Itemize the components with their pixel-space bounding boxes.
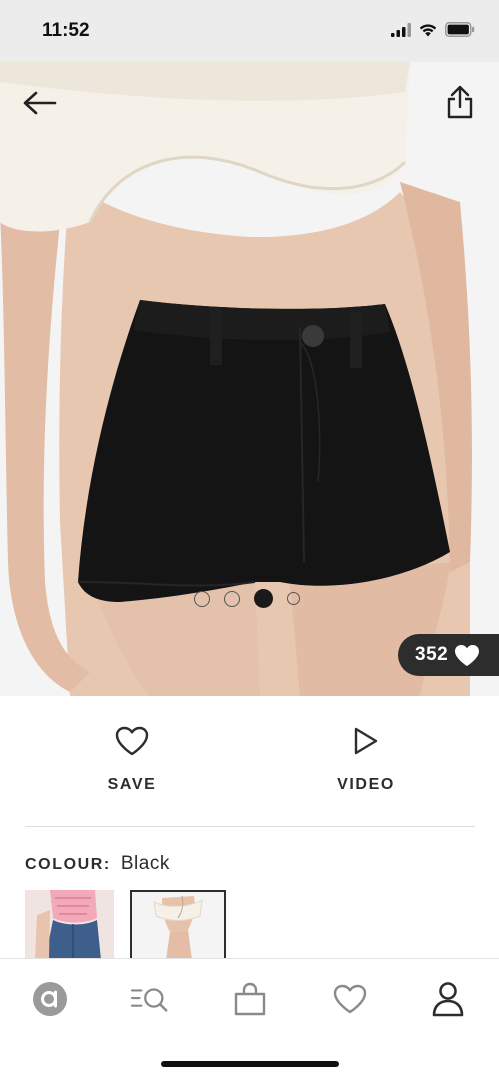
- carousel-dot[interactable]: [224, 590, 240, 607]
- carousel-dot-active[interactable]: [254, 589, 273, 608]
- nav-home[interactable]: [30, 979, 70, 1019]
- nav-bag[interactable]: [230, 979, 270, 1019]
- divider: [25, 826, 475, 827]
- nav-saved[interactable]: [330, 979, 370, 1019]
- heart-filled-icon: [455, 644, 480, 666]
- colour-label: COLOUR:: [25, 856, 111, 873]
- heart-outline-icon: [115, 726, 149, 756]
- battery-icon: [445, 22, 475, 37]
- carousel-dot[interactable]: [194, 590, 210, 607]
- product-actions: SAVE VIDEO: [0, 696, 499, 826]
- status-bar: 11:52: [0, 0, 499, 62]
- home-indicator: [161, 1061, 339, 1067]
- colour-selector: COLOUR: Black: [25, 853, 170, 875]
- status-icons: [391, 22, 475, 37]
- swatch-image: [132, 892, 224, 960]
- colour-value: Black: [120, 853, 170, 874]
- back-button[interactable]: [20, 86, 60, 120]
- video-button[interactable]: VIDEO: [296, 726, 436, 794]
- bag-icon: [234, 982, 266, 1016]
- nav-search[interactable]: [130, 979, 170, 1019]
- wifi-icon: [419, 23, 437, 36]
- arrow-left-icon: [23, 91, 57, 115]
- product-image-carousel[interactable]: 352: [0, 62, 499, 696]
- likes-count: 352: [415, 644, 449, 665]
- swatch-image: [25, 890, 114, 960]
- save-button[interactable]: SAVE: [62, 726, 202, 794]
- video-label: VIDEO: [337, 776, 395, 793]
- save-label: SAVE: [107, 776, 157, 793]
- nav-account[interactable]: [428, 979, 468, 1019]
- saved-icon: [333, 984, 367, 1014]
- colour-swatch-pink[interactable]: [25, 890, 114, 960]
- search-icon: [130, 988, 168, 1012]
- status-time: 11:52: [42, 20, 90, 41]
- bottom-nav: [0, 958, 499, 1080]
- share-button[interactable]: [443, 82, 477, 122]
- home-icon: [33, 982, 67, 1016]
- colour-swatch-black[interactable]: [130, 890, 226, 962]
- play-outline-icon: [354, 727, 378, 755]
- share-icon: [447, 85, 473, 119]
- carousel-dot[interactable]: [287, 592, 300, 605]
- carousel-indicator: [194, 589, 300, 608]
- signal-icon: [391, 22, 411, 37]
- likes-badge: 352: [398, 634, 499, 676]
- account-icon: [432, 982, 464, 1017]
